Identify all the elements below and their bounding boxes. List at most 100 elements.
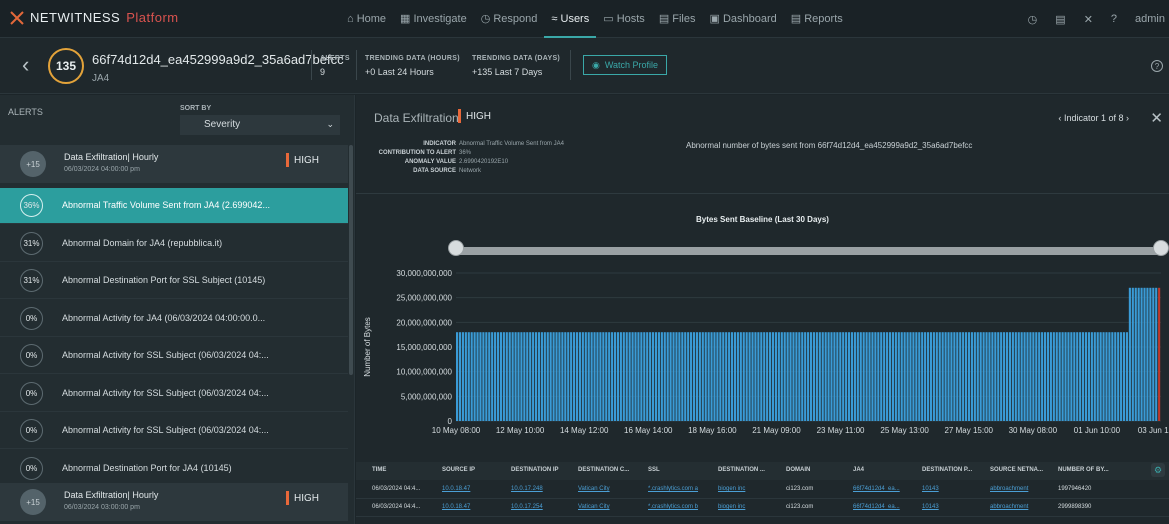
- column-header[interactable]: DESTINATION ...: [718, 467, 765, 473]
- column-header[interactable]: SOURCE NETNA...: [990, 467, 1043, 473]
- table-cell[interactable]: 10143: [922, 504, 939, 510]
- nav-item-users[interactable]: ≈ Users: [544, 0, 597, 38]
- nav-item-investigate[interactable]: ▦ Investigate: [393, 0, 474, 38]
- logo[interactable]: NETWITNESS Platform: [10, 10, 179, 25]
- bar: [532, 332, 535, 421]
- gear-icon[interactable]: ⚙: [1151, 463, 1165, 477]
- column-header[interactable]: DOMAIN: [786, 467, 810, 473]
- table-cell[interactable]: Vatican City: [578, 486, 610, 492]
- nav-item-hosts[interactable]: ▭ Hosts: [596, 0, 652, 38]
- column-header[interactable]: JA4: [853, 467, 864, 473]
- bar: [1035, 332, 1038, 421]
- nav-item-files[interactable]: ▤ Files: [652, 0, 703, 38]
- sort-select[interactable]: Severity ⌄: [180, 115, 340, 135]
- bar: [909, 332, 912, 421]
- prev-indicator-icon[interactable]: ‹: [1058, 113, 1061, 123]
- bar: [634, 332, 637, 421]
- bar: [651, 332, 655, 421]
- table-cell[interactable]: biogen inc: [718, 486, 745, 492]
- bar: [780, 332, 783, 421]
- bar: [1125, 332, 1129, 421]
- watch-profile-button[interactable]: ◉ Watch Profile: [583, 55, 667, 75]
- bar: [962, 332, 965, 421]
- timer-icon[interactable]: ◷: [1028, 13, 1038, 26]
- column-header[interactable]: TIME: [372, 467, 386, 473]
- scrollbar[interactable]: [349, 145, 353, 375]
- column-header[interactable]: DESTINATION P...: [922, 467, 972, 473]
- table-row[interactable]: 06/03/2024 04:4... 10.0.18.47 10.0.17.248 V…: [356, 481, 1169, 499]
- bar: [818, 332, 821, 421]
- x-tick-label: 10 May 08:00: [432, 426, 481, 435]
- bar: [1131, 287, 1134, 421]
- bar: [467, 332, 470, 421]
- stat-value: +0 Last 24 Hours: [365, 67, 434, 77]
- meta-key: ANOMALY VALUE: [404, 159, 456, 165]
- table-cell[interactable]: *.crashlytics.com b: [648, 504, 698, 510]
- table-cell[interactable]: 66f74d12d4_ea...: [853, 486, 900, 492]
- table-cell[interactable]: Vatican City: [578, 504, 610, 510]
- indicator-item[interactable]: 0% Abnormal Activity for SSL Subject (06/…: [0, 376, 348, 412]
- next-indicator-icon[interactable]: ›: [1126, 113, 1129, 123]
- column-header[interactable]: SSL: [648, 467, 660, 473]
- table-cell[interactable]: 10143: [922, 486, 939, 492]
- column-header[interactable]: SOURCE IP: [442, 467, 475, 473]
- indicator-item[interactable]: 0% Abnormal Activity for JA4 (06/03/2024 …: [0, 301, 348, 337]
- table-cell[interactable]: 10.0.18.47: [442, 504, 470, 510]
- bar: [1008, 332, 1012, 421]
- bar: [1070, 332, 1073, 421]
- bar: [845, 332, 848, 421]
- bar: [1020, 332, 1023, 421]
- table-cell[interactable]: 10.0.18.47: [442, 486, 470, 492]
- tools-icon[interactable]: ✕: [1084, 13, 1093, 26]
- table-cell[interactable]: abbroachment: [990, 504, 1028, 510]
- bar: [1058, 332, 1061, 421]
- table-row[interactable]: 06/03/2024 04:4... 10.0.18.47 10.0.17.254 V…: [356, 499, 1169, 517]
- bar: [625, 332, 628, 421]
- indicator-item[interactable]: 0% Abnormal Activity for SSL Subject (06/…: [0, 413, 348, 449]
- indicator-item[interactable]: 31% Abnormal Destination Port for SSL Sub…: [0, 263, 348, 299]
- user-menu[interactable]: admin: [1135, 13, 1165, 25]
- table-cell[interactable]: 10.0.17.254: [511, 504, 543, 510]
- bar: [1067, 332, 1070, 421]
- bar: [722, 332, 725, 421]
- bar: [529, 332, 532, 421]
- nav-item-home[interactable]: ⌂ Home: [340, 0, 393, 38]
- nav-label: Users: [560, 13, 590, 25]
- meta-value: 36%: [459, 150, 472, 156]
- column-header[interactable]: NUMBER OF BY...: [1058, 467, 1109, 473]
- bar: [675, 332, 678, 421]
- bar: [982, 332, 985, 421]
- alert-group[interactable]: +15 Data Exfiltration| Hourly 06/03/2024 0…: [0, 483, 348, 521]
- indicator-item[interactable]: 0% Abnormal Activity for SSL Subject (06/…: [0, 338, 348, 374]
- range-slider-track[interactable]: [456, 247, 1161, 255]
- alert-group[interactable]: +15 Data Exfiltration| Hourly 06/03/2024 0…: [0, 145, 348, 183]
- range-slider-end-handle[interactable]: [1153, 240, 1169, 256]
- notes-icon[interactable]: ▤: [1055, 13, 1065, 26]
- indicator-item[interactable]: 31% Abnormal Domain for JA4 (repubblica.i…: [0, 226, 348, 262]
- nav-item-reports[interactable]: ▤ Reports: [784, 0, 850, 38]
- table-cell[interactable]: abbroachment: [990, 486, 1028, 492]
- bar: [496, 332, 500, 421]
- bar: [631, 332, 634, 421]
- table-cell[interactable]: 66f74d12d4_ea...: [853, 504, 900, 510]
- close-icon[interactable]: ✕: [1150, 109, 1163, 127]
- back-chevron-icon[interactable]: ‹: [22, 52, 29, 78]
- range-slider-start-handle[interactable]: [448, 240, 464, 256]
- help-icon[interactable]: ?: [1111, 13, 1117, 25]
- x-tick-label: 30 May 08:00: [1009, 426, 1058, 435]
- table-cell[interactable]: *.crashlytics.com a: [648, 486, 698, 492]
- help-icon[interactable]: ?: [1151, 60, 1163, 72]
- table-cell: ci123.com: [786, 486, 814, 492]
- nav-item-respond[interactable]: ◷ Respond: [474, 0, 545, 38]
- indicator-item[interactable]: 0% Abnormal Destination Port for JA4 (101…: [0, 451, 348, 487]
- bar: [1143, 287, 1146, 421]
- bar: [663, 332, 666, 421]
- indicator-item[interactable]: 36% Abnormal Traffic Volume Sent from JA4…: [0, 188, 348, 224]
- respond-icon: ◷: [480, 13, 494, 25]
- column-header[interactable]: DESTINATION C...: [578, 467, 629, 473]
- column-header[interactable]: DESTINATION IP: [511, 467, 559, 473]
- table-cell[interactable]: biogen inc: [718, 504, 745, 510]
- nav-item-dashboard[interactable]: ▣ Dashboard: [703, 0, 784, 38]
- table-cell[interactable]: 10.0.17.248: [511, 486, 543, 492]
- sort-value: Severity: [204, 119, 241, 130]
